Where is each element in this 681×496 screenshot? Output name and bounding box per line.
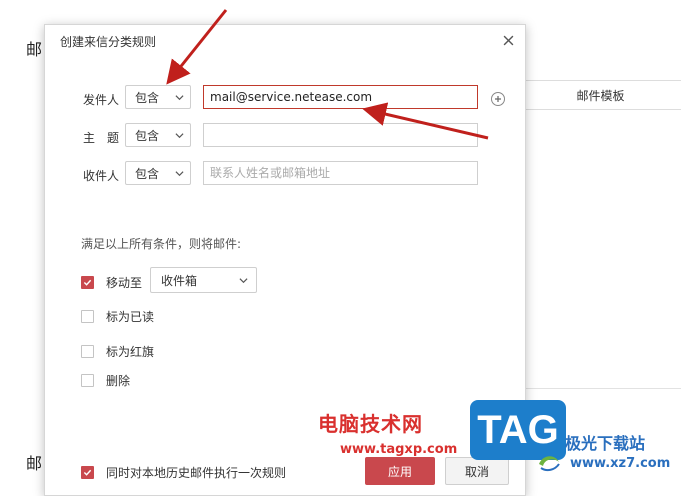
subject-operator-select[interactable]: 包含 [125,123,191,147]
watermark-tag-logo: TAG [470,400,566,460]
checkmark-icon [83,279,92,286]
history-checkbox[interactable] [81,466,94,479]
condition-text: 满足以上所有条件，则将邮件: [81,237,242,251]
mark-read-label: 标为已读 [106,310,155,324]
chevron-down-icon [239,278,248,284]
sender-label: 发件人 [82,93,119,107]
cancel-button[interactable]: 取消 [445,457,509,485]
dialog-title: 创建来信分类规则 [60,35,157,49]
sender-input[interactable] [203,85,478,109]
move-target-value: 收件箱 [161,273,198,288]
delete-checkbox[interactable] [81,374,94,387]
action-mark-read-row[interactable]: 标为已读 [81,308,154,325]
recipient-label: 收件人 [82,169,119,183]
history-rule-row[interactable]: 同时对本地历史邮件执行一次规则 [81,464,286,481]
background-heading: 邮 [26,40,43,59]
recipient-operator-value: 包含 [135,166,160,181]
subject-input[interactable] [203,123,478,147]
apply-button[interactable]: 应用 [365,457,435,485]
create-rule-dialog: 创建来信分类规则 发件人 包含 主 题 包含 收件人 包含 满足以上所有条件，则… [44,24,526,496]
move-checkbox[interactable] [81,276,94,289]
watermark-site-url: www.tagxp.com [340,442,458,457]
chevron-down-icon [175,95,184,101]
move-label: 移动至 [106,276,143,290]
table-header-mail-template[interactable]: 邮件模板 [520,80,681,110]
close-button[interactable] [497,29,519,51]
flag-label: 标为红旗 [106,345,155,359]
sender-operator-value: 包含 [135,90,160,105]
recipient-input[interactable] [203,161,478,185]
subject-label: 主 题 [82,131,119,145]
action-move-row[interactable]: 移动至 [81,274,142,291]
add-condition-button[interactable] [491,92,505,106]
background-divider [520,388,681,389]
action-flag-row[interactable]: 标为红旗 [81,343,154,360]
close-icon [503,35,513,45]
watermark-right-url: www.xz7.com [570,456,671,471]
plus-circle-icon [495,96,501,102]
checkmark-icon [83,469,92,476]
subject-operator-value: 包含 [135,128,160,143]
move-target-select[interactable]: 收件箱 [150,267,257,293]
delete-label: 删除 [106,374,131,388]
watermark-right-name: 极光下载站 [565,434,646,453]
background-heading-bottom: 邮 [26,454,43,473]
history-label: 同时对本地历史邮件执行一次规则 [106,466,287,480]
chevron-down-icon [175,171,184,177]
action-delete-row[interactable]: 删除 [81,372,130,389]
watermark-site-name: 电脑技术网 [318,412,423,436]
sender-operator-select[interactable]: 包含 [125,85,191,109]
watermark-swirl-icon [539,456,560,472]
flag-checkbox[interactable] [81,345,94,358]
chevron-down-icon [175,133,184,139]
mark-read-checkbox[interactable] [81,310,94,323]
recipient-operator-select[interactable]: 包含 [125,161,191,185]
